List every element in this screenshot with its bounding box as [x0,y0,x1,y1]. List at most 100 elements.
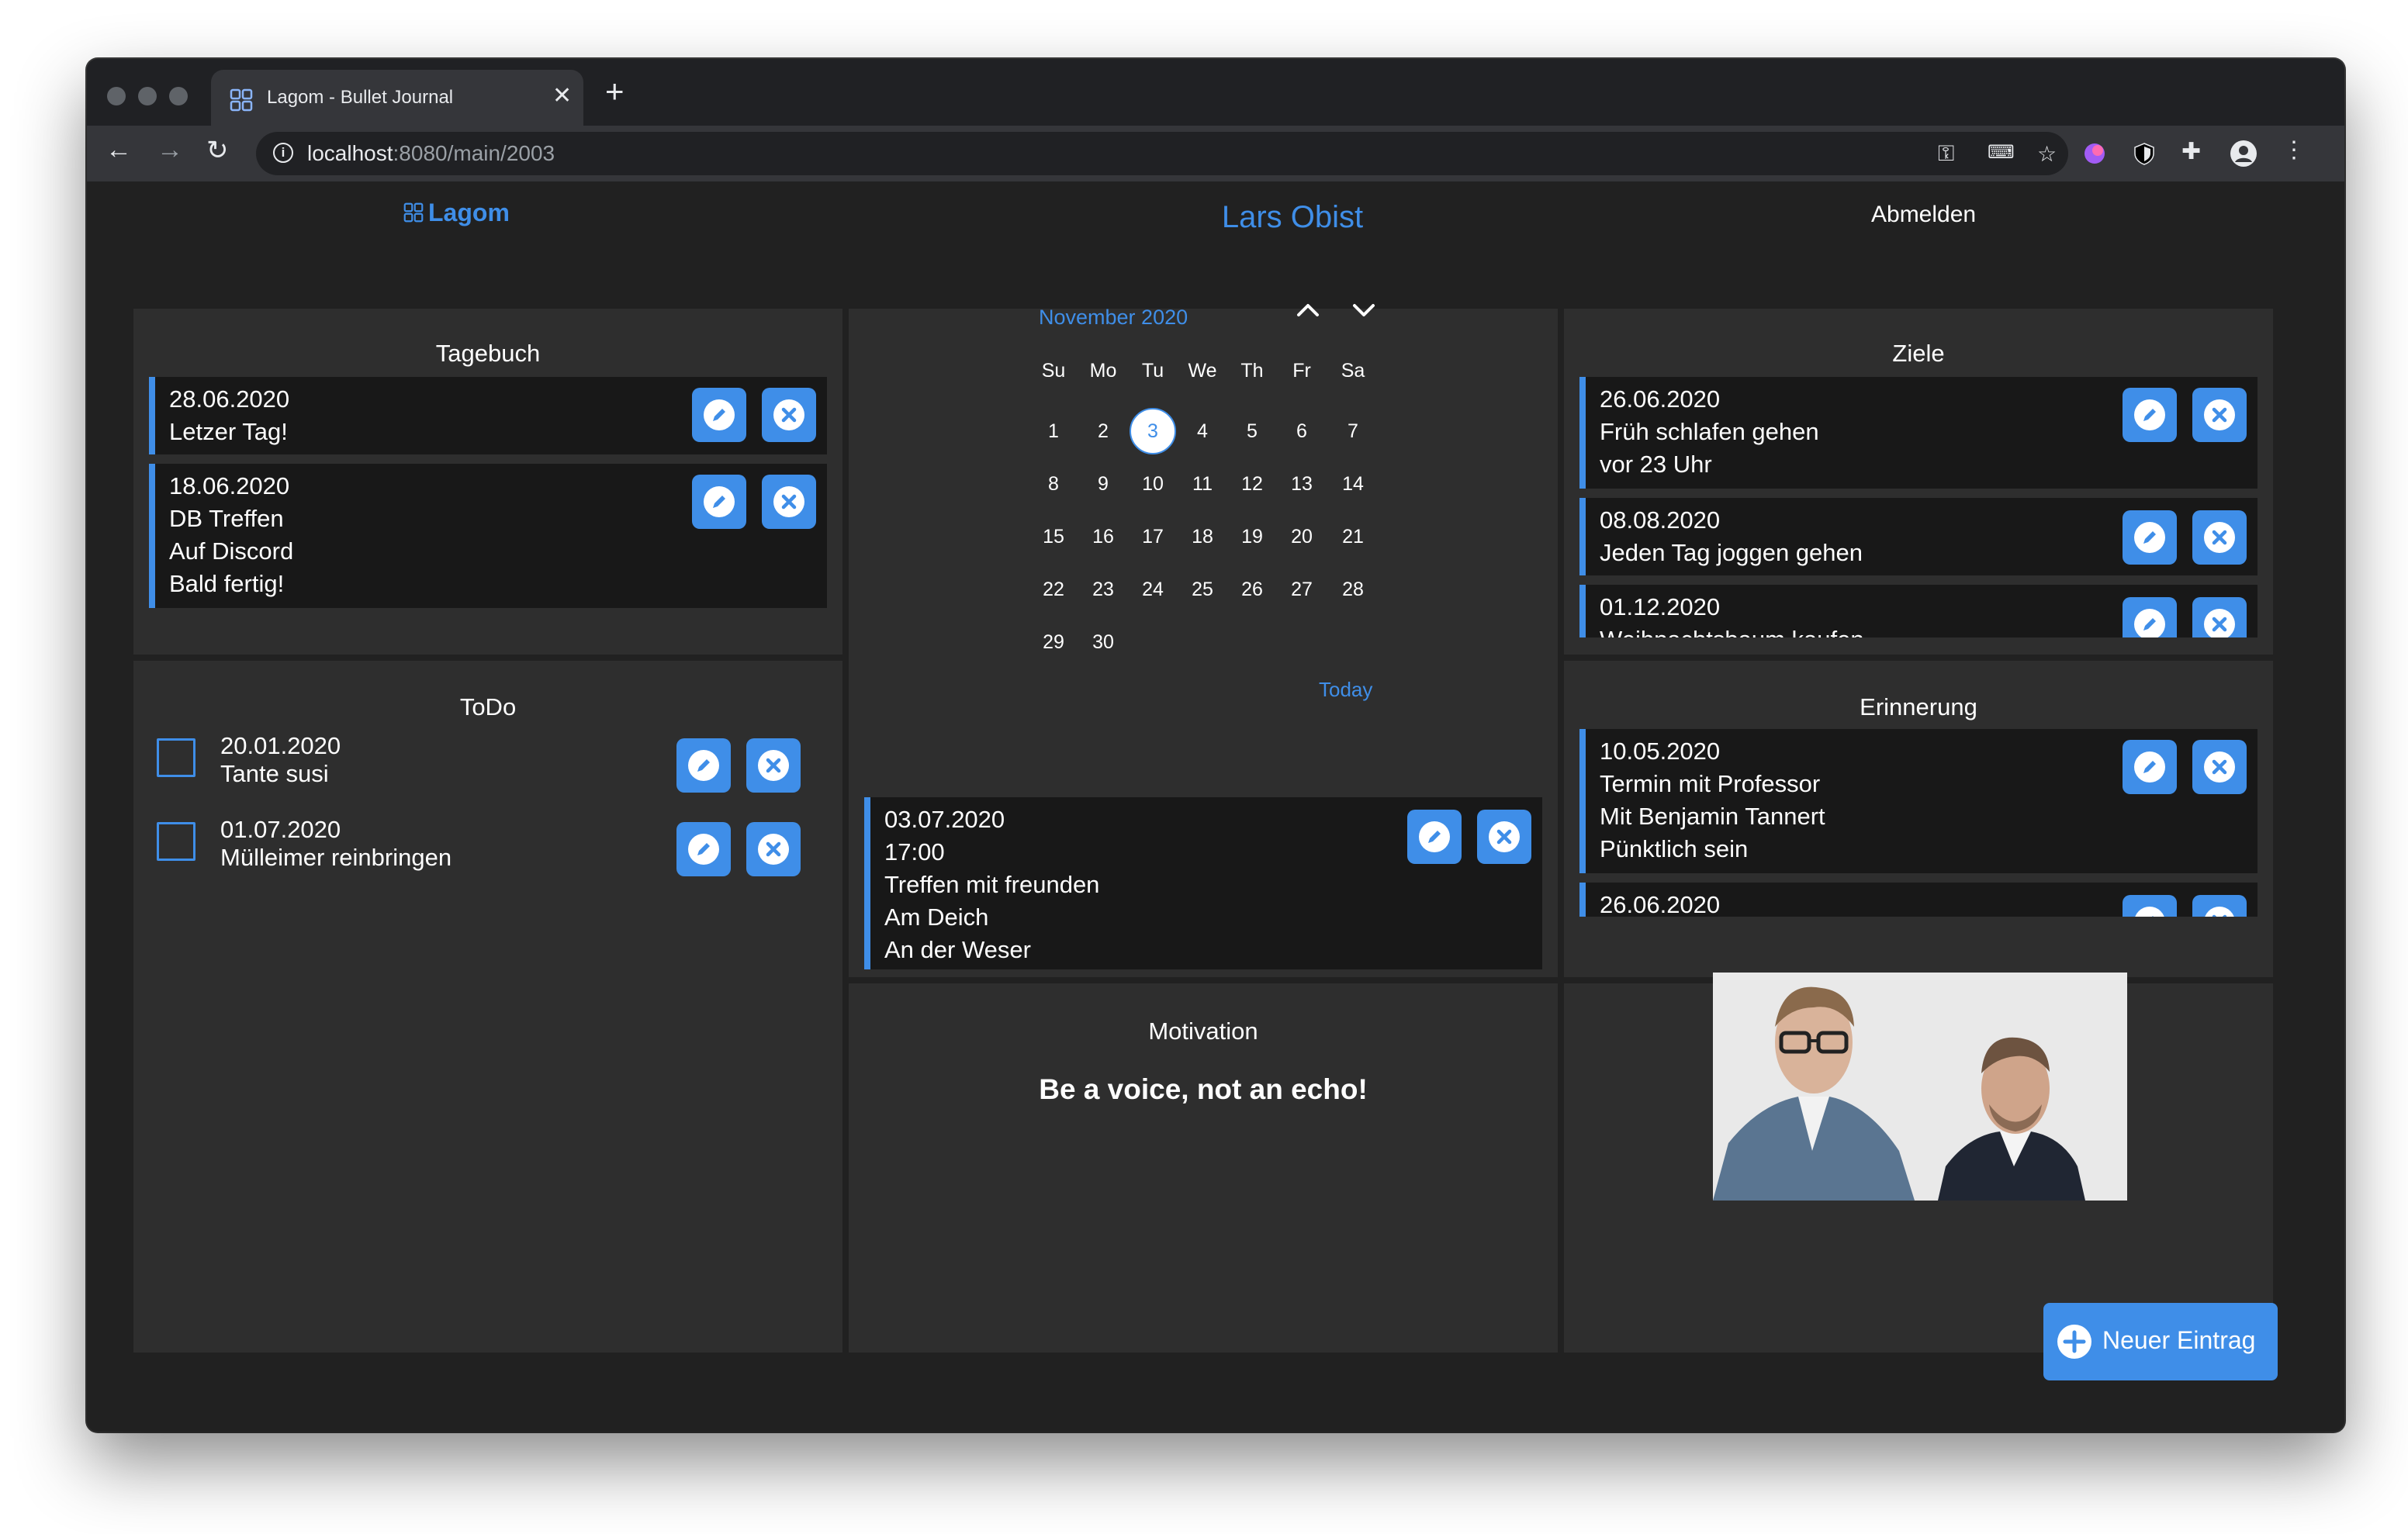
calendar-day[interactable]: 14 [1330,461,1376,507]
delete-button[interactable] [1477,810,1531,864]
browser-window: Lagom - Bullet Journal ✕ + ← → ↻ i local… [87,59,2344,1432]
logout-link[interactable]: Abmelden [1871,202,1976,228]
delete-button[interactable] [2192,510,2247,565]
calendar-day[interactable]: 17 [1130,513,1176,560]
edit-button[interactable] [1407,810,1462,864]
calendar-day[interactable]: 21 [1330,513,1376,560]
menu-dots-icon[interactable]: ⋮ [2282,136,2306,164]
edit-button[interactable] [2123,510,2177,565]
tagebuch-entry: 18.06.2020 DB Treffen Auf Discord Bald f… [149,464,827,608]
calendar-day[interactable]: 16 [1080,513,1126,560]
calendar-day[interactable]: 10 [1130,461,1176,507]
star-icon[interactable]: ☆ [2037,141,2057,167]
todo-label: Mülleimer reinbringen [220,844,452,871]
calendar-day[interactable]: 11 [1179,461,1226,507]
calendar-day[interactable]: 5 [1229,408,1275,454]
entry-line: Früh schlafen gehen [1600,418,1819,445]
todo-item: 01.07.2020 Mülleimer reinbringen [220,816,452,872]
calendar-day[interactable]: 12 [1229,461,1275,507]
calendar-day[interactable]: 7 [1330,408,1376,454]
plus-circle-icon [2057,1325,2091,1359]
puzzle-icon[interactable]: ✚ [2181,138,2201,165]
calendar-day[interactable]: 13 [1278,461,1325,507]
calendar-day[interactable]: 2 [1080,408,1126,454]
url-host: localhost [307,141,393,165]
new-entry-button[interactable]: Neuer Eintrag [2043,1303,2278,1380]
close-circle-icon [2205,907,2234,917]
entry-line: Termin mit Professor [1600,770,1821,797]
key-icon[interactable]: ⚿ [1938,141,1954,167]
calendar-day[interactable]: 22 [1030,566,1077,613]
calendar-day[interactable]: 28 [1330,566,1376,613]
edit-button[interactable] [692,388,746,442]
calendar-day[interactable]: 3 [1130,408,1176,454]
tab-title: Lagom - Bullet Journal [267,87,454,108]
calendar-day[interactable]: 29 [1030,619,1077,665]
close-circle-icon [2204,609,2235,637]
pencil-icon [2135,907,2164,917]
calendar-day[interactable]: 19 [1229,513,1275,560]
new-tab-icon[interactable]: + [605,73,624,110]
minimize-window-dot[interactable] [138,87,157,105]
delete-button[interactable] [762,388,816,442]
calendar-day[interactable]: 18 [1179,513,1226,560]
delete-button[interactable] [2192,597,2247,637]
chevron-down-icon[interactable] [1348,295,1379,326]
extension-icon[interactable] [2082,141,2107,166]
user-name: Lars Obist [1221,200,1364,234]
brand-link[interactable]: Lagom [403,199,510,227]
delete-button[interactable] [2192,388,2247,442]
entry-text: 18.06.2020 DB Treffen Auf Discord Bald f… [169,470,293,600]
edit-button[interactable] [692,475,746,529]
back-arrow-icon[interactable]: ← [106,135,132,165]
todo-checkbox[interactable] [157,822,195,861]
entry-date: 03.07.2020 [884,806,1005,833]
profile-icon[interactable] [2230,140,2258,168]
ziele-list[interactable]: 26.06.2020 Früh schlafen gehen vor 23 Uh… [1579,377,2258,637]
translate-icon[interactable]: ⌨ [1988,141,2015,164]
edit-button[interactable] [676,822,731,876]
calendar-day[interactable]: 8 [1030,461,1077,507]
calendar-day[interactable]: 30 [1080,619,1126,665]
calendar-day[interactable]: 23 [1080,566,1126,613]
todo-checkbox[interactable] [157,738,195,777]
reload-icon[interactable]: ↻ [206,135,229,166]
calendar-day[interactable]: 9 [1080,461,1126,507]
address-bar[interactable]: i localhost:8080/main/2003 ⚿ ⌨ ☆ [256,132,2068,175]
erinnerung-list[interactable]: 10.05.2020 Termin mit Professor Mit Benj… [1579,729,2258,917]
delete-button[interactable] [762,475,816,529]
edit-button[interactable] [2123,740,2177,794]
calendar-day[interactable]: 25 [1179,566,1226,613]
delete-button[interactable] [2192,740,2247,794]
edit-button[interactable] [676,738,731,793]
shield-icon[interactable] [2132,141,2157,166]
chevron-up-icon[interactable] [1292,295,1323,326]
edit-button[interactable] [2123,597,2177,637]
tagebuch-panel: Tagebuch 28.06.2020 Letzer Tag! 18.06.20… [133,309,842,655]
pencil-icon [1419,821,1450,852]
close-tab-icon[interactable]: ✕ [552,82,572,109]
calendar-day[interactable]: 4 [1179,408,1226,454]
grid-icon [403,202,424,223]
calendar-day[interactable]: 20 [1278,513,1325,560]
maximize-window-dot[interactable] [169,87,188,105]
calendar-day[interactable]: 27 [1278,566,1325,613]
close-window-dot[interactable] [107,87,126,105]
calendar-day[interactable]: 1 [1030,408,1077,454]
browser-tab[interactable]: Lagom - Bullet Journal ✕ [211,70,583,126]
edit-button[interactable] [2123,895,2177,917]
forward-arrow-icon[interactable]: → [157,135,183,165]
edit-button[interactable] [2123,388,2177,442]
delete-button[interactable] [746,738,801,793]
today-link[interactable]: Today [1319,678,1372,702]
erinnerung-entry: 26.06.2020 [1579,883,2258,917]
calendar-day[interactable]: 15 [1030,513,1077,560]
info-icon[interactable]: i [273,143,293,163]
calendar-day[interactable]: 6 [1278,408,1325,454]
erinnerung-entry: 10.05.2020 Termin mit Professor Mit Benj… [1579,729,2258,873]
delete-button[interactable] [746,822,801,876]
calendar-day[interactable]: 24 [1130,566,1176,613]
delete-button[interactable] [2192,895,2247,917]
entry-text: 08.08.2020 Jeden Tag joggen gehen [1600,504,1863,569]
calendar-day[interactable]: 26 [1229,566,1275,613]
